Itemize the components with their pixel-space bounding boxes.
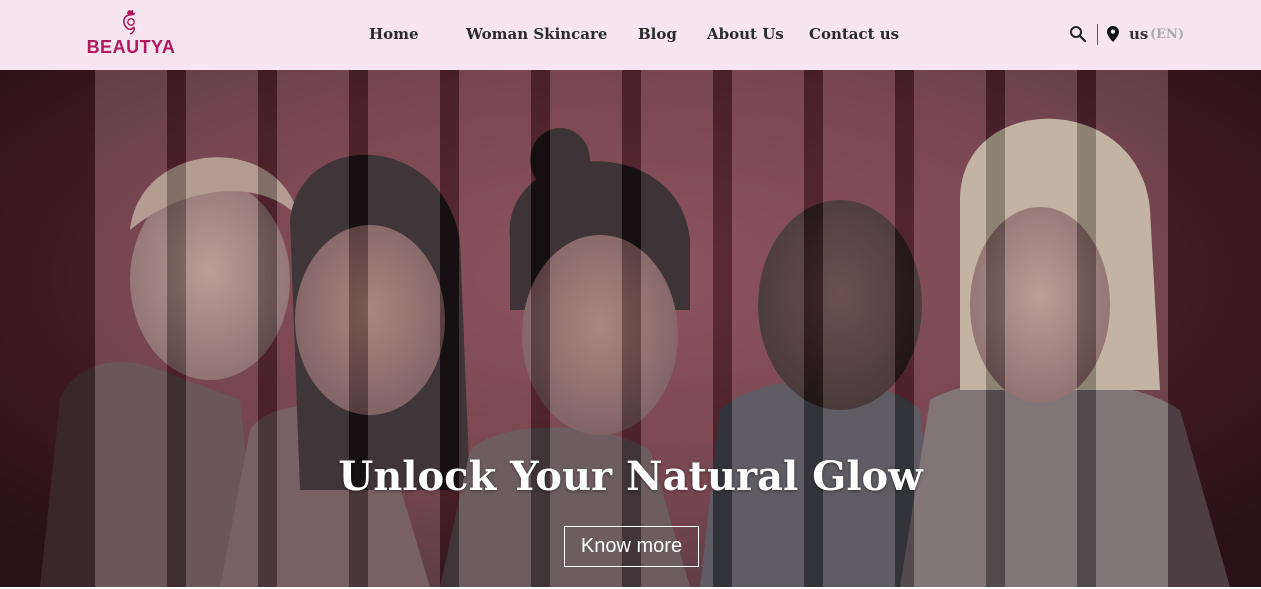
hero-banner: Unlock Your Natural Glow Know more xyxy=(0,70,1261,587)
overlay-stripe xyxy=(167,70,186,587)
nav-blog[interactable]: Blog xyxy=(638,25,677,43)
overlay-stripe xyxy=(550,70,622,587)
overlay-stripe xyxy=(186,70,258,587)
overlay-stripe xyxy=(1005,70,1077,587)
search-icon[interactable] xyxy=(1069,25,1087,43)
nav-contact-us[interactable]: Contact us xyxy=(809,25,899,43)
hero-title: Unlock Your Natural Glow xyxy=(338,453,923,500)
nav-home[interactable]: Home xyxy=(369,25,419,43)
nav-woman-skincare[interactable]: Woman Skincare xyxy=(466,25,607,43)
overlay-stripe xyxy=(1077,70,1096,587)
overlay-stripe xyxy=(1168,70,1261,587)
overlay-stripe xyxy=(986,70,1005,587)
overlay-stripe xyxy=(914,70,986,587)
overlay-stripe xyxy=(0,70,95,587)
overlay-stripe xyxy=(531,70,550,587)
map-pin-icon xyxy=(1107,26,1119,42)
overlay-stripe xyxy=(641,70,713,587)
overlay-stripe xyxy=(895,70,914,587)
overlay-stripe xyxy=(732,70,804,587)
overlay-stripe xyxy=(804,70,823,587)
overlay-stripe xyxy=(440,70,459,587)
site-header: BEAUTYA Home Woman Skincare Blog About U… xyxy=(0,0,1261,70)
locale-language: (EN) xyxy=(1150,27,1185,42)
locale-country: us xyxy=(1129,25,1149,43)
overlay-stripe xyxy=(1096,70,1168,587)
overlay-stripe xyxy=(277,70,349,587)
overlay-stripe xyxy=(349,70,368,587)
nav-about-us[interactable]: About Us xyxy=(707,25,784,43)
header-divider xyxy=(1097,24,1098,45)
overlay-stripe xyxy=(459,70,531,587)
overlay-stripe xyxy=(622,70,641,587)
overlay-stripe xyxy=(368,70,440,587)
brand-logo[interactable]: BEAUTYA xyxy=(84,9,178,59)
overlay-stripe xyxy=(823,70,895,587)
know-more-button[interactable]: Know more xyxy=(564,526,699,567)
overlay-stripe xyxy=(713,70,732,587)
flower-face-icon xyxy=(123,9,136,35)
overlay-stripe xyxy=(258,70,277,587)
brand-name: BEAUTYA xyxy=(86,37,176,57)
overlay-stripe xyxy=(95,70,167,587)
